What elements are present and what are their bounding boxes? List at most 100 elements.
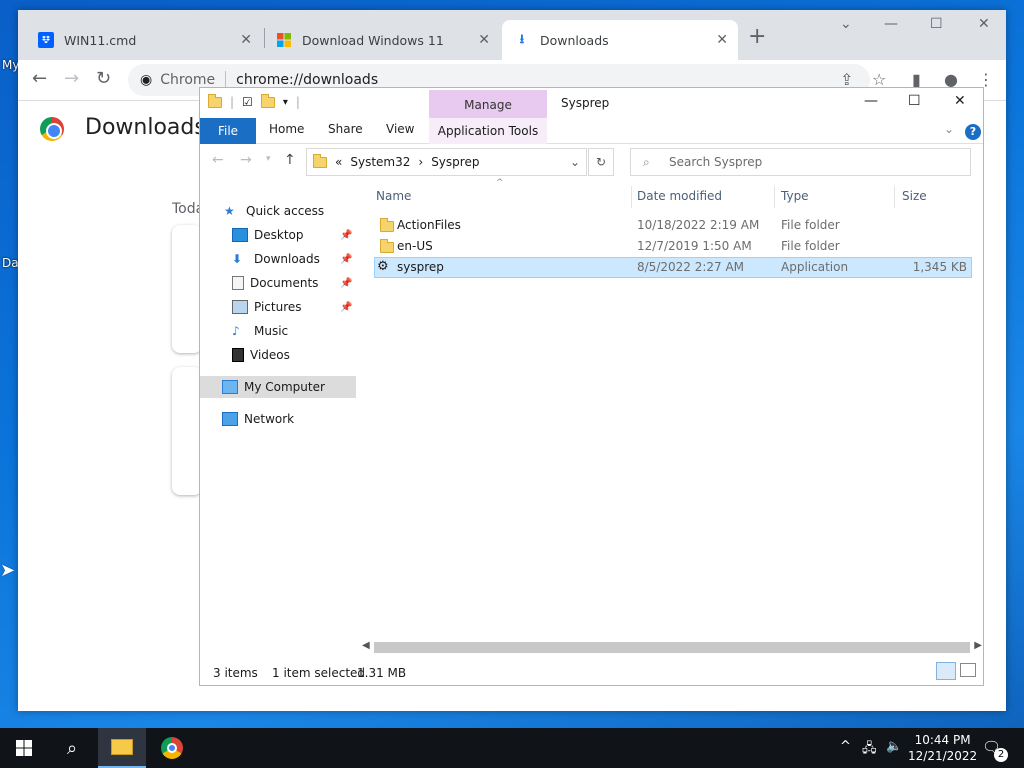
column-name[interactable]: Name (376, 189, 411, 203)
new-folder-icon[interactable] (260, 93, 275, 108)
back-icon[interactable]: ← (212, 152, 224, 168)
search-icon: ⌕ (643, 155, 650, 169)
tab-win11-cmd[interactable]: WIN11.cmd ✕ (26, 20, 262, 60)
maximize-icon[interactable]: ☐ (908, 93, 921, 109)
close-icon[interactable]: ✕ (716, 32, 728, 48)
selection-count: 1 item selected (272, 666, 366, 680)
new-tab-button[interactable]: + (748, 24, 766, 49)
network-icon[interactable]: 🖧 (862, 739, 877, 761)
search-input[interactable]: ⌕ Search Sysprep (630, 148, 971, 176)
file-date: 12/7/2019 1:50 AM (637, 239, 752, 253)
recent-locations-icon[interactable]: ▾ (266, 154, 271, 164)
forward-icon[interactable]: → (64, 68, 79, 89)
horizontal-scrollbar[interactable]: ◀ ▶ (360, 639, 984, 656)
title-bar: | ☑ ▾ | Manage Sysprep — ☐ ✕ (200, 88, 983, 118)
reload-icon[interactable]: ↻ (96, 68, 111, 89)
tab-search-icon[interactable]: ⌄ (840, 16, 852, 32)
scroll-right-icon[interactable]: ▶ (974, 640, 982, 651)
downloads-icon: ⬇ (232, 252, 243, 266)
tab-view[interactable]: View (386, 122, 414, 136)
large-icons-view-icon[interactable] (960, 663, 976, 677)
close-icon[interactable]: ✕ (478, 32, 490, 48)
close-icon[interactable]: ✕ (240, 32, 252, 48)
tab-application-tools[interactable]: Application Tools (429, 118, 547, 144)
breadcrumb-system32[interactable]: System32 (350, 155, 410, 169)
desktop-icon-label[interactable]: My (2, 58, 19, 72)
file-type: File folder (781, 239, 840, 253)
folder-icon[interactable] (208, 93, 222, 108)
tab-downloads[interactable]: ⭳ Downloads ✕ (502, 20, 738, 60)
address-bar[interactable]: « System32 › Sysprep ⌄ (306, 148, 587, 176)
url-text: chrome://downloads (236, 72, 379, 88)
column-type[interactable]: Type (781, 189, 809, 203)
file-row-actionfiles[interactable]: ActionFiles 10/18/2022 2:19 AM File fold… (374, 215, 972, 236)
breadcrumb-separator-icon[interactable]: › (418, 155, 423, 169)
nav-network[interactable]: Network (222, 408, 294, 430)
back-icon[interactable]: ← (32, 68, 47, 89)
tab-share[interactable]: Share (328, 122, 363, 136)
clock-time: 10:44 PM (914, 733, 971, 747)
properties-icon[interactable]: ☑ (242, 95, 253, 109)
nav-music[interactable]: ♪ Music (232, 320, 288, 342)
site-info-icon[interactable]: ◉ (140, 72, 152, 88)
nav-videos[interactable]: Videos (232, 344, 290, 366)
file-row-en-us[interactable]: en-US 12/7/2019 1:50 AM File folder (374, 236, 972, 257)
tab-file[interactable]: File (200, 118, 256, 144)
file-name: ActionFiles (397, 218, 461, 232)
file-type: Application (781, 260, 849, 274)
tab-label: Download Windows 11 (302, 32, 444, 48)
nav-my-computer[interactable]: My Computer (200, 376, 356, 398)
customize-qat-icon[interactable]: ▾ (283, 97, 288, 108)
expand-ribbon-icon[interactable]: ⌄ (944, 122, 954, 136)
volume-icon[interactable]: 🔈 (886, 739, 902, 754)
maximize-icon[interactable]: ☐ (930, 16, 943, 32)
up-icon[interactable]: ↑ (284, 152, 296, 168)
start-button[interactable] (0, 728, 48, 768)
refresh-icon[interactable]: ↻ (588, 148, 614, 176)
taskbar-chrome[interactable] (148, 728, 196, 768)
details-view-icon[interactable] (936, 662, 956, 680)
file-name: en-US (397, 239, 433, 253)
scroll-left-icon[interactable]: ◀ (362, 640, 370, 651)
close-window-icon[interactable]: ✕ (978, 16, 990, 32)
pin-icon[interactable]: 📌 (340, 254, 352, 265)
nav-documents[interactable]: Documents 📌 (232, 272, 356, 294)
close-window-icon[interactable]: ✕ (954, 93, 966, 109)
nav-downloads[interactable]: ⬇ Downloads 📌 (232, 248, 356, 270)
scrollbar-thumb[interactable] (374, 642, 970, 653)
tab-label: Downloads (540, 32, 609, 48)
nav-quick-access[interactable]: ★ Quick access (224, 200, 324, 222)
pin-icon[interactable]: 📌 (340, 230, 352, 241)
desktop-icon (232, 228, 248, 242)
breadcrumb-prefix[interactable]: « (335, 155, 342, 169)
pin-icon[interactable]: 📌 (340, 278, 352, 289)
forward-icon[interactable]: → (240, 152, 252, 168)
help-icon[interactable]: ? (965, 124, 981, 140)
windows-start-icon (16, 740, 32, 756)
desktop-icon-label[interactable]: Da (2, 256, 19, 270)
search-placeholder: Search Sysprep (669, 155, 763, 169)
computer-icon (222, 380, 238, 394)
manage-tab[interactable]: Manage (429, 90, 547, 118)
taskbar-file-explorer[interactable] (98, 728, 146, 768)
address-dropdown-icon[interactable]: ⌄ (570, 155, 580, 169)
breadcrumb-sysprep[interactable]: Sysprep (431, 155, 479, 169)
clock[interactable]: 10:44 PM 12/21/2022 (908, 732, 977, 764)
file-row-sysprep[interactable]: ⚙ sysprep 8/5/2022 2:27 AM Application 1… (374, 257, 972, 278)
tab-home[interactable]: Home (269, 122, 304, 136)
search-icon[interactable]: ⌕ (48, 728, 96, 768)
window-title: Sysprep (561, 96, 610, 110)
show-hidden-icons-icon[interactable]: ^ (840, 739, 851, 754)
minimize-icon[interactable]: — (884, 16, 898, 32)
nav-desktop[interactable]: Desktop 📌 (232, 224, 356, 246)
column-size[interactable]: Size (902, 189, 927, 203)
pin-icon[interactable]: 📌 (340, 302, 352, 313)
minimize-icon[interactable]: — (864, 93, 878, 109)
column-date-modified[interactable]: Date modified (637, 189, 722, 203)
application-icon: ⚙ (377, 259, 389, 274)
nav-label: Network (244, 412, 295, 426)
tab-download-windows-11[interactable]: Download Windows 11 ✕ (264, 20, 500, 60)
file-type: File folder (781, 218, 840, 232)
clock-date: 12/21/2022 (908, 749, 978, 763)
nav-pictures[interactable]: Pictures 📌 (232, 296, 356, 318)
